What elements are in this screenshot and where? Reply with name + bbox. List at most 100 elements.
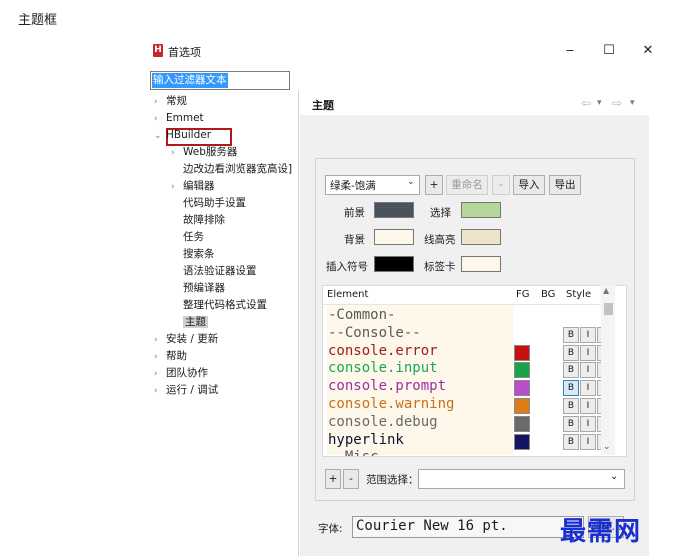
table-row[interactable]: console.promptBIU xyxy=(323,378,613,397)
bold-toggle[interactable]: B xyxy=(563,398,579,414)
table-row[interactable]: -Common- xyxy=(323,307,613,325)
bold-toggle[interactable]: B xyxy=(563,362,579,379)
chevron-right-icon[interactable]: › xyxy=(154,95,166,110)
maximize-button[interactable]: ☐ xyxy=(599,41,619,61)
filter-input[interactable]: 输入过滤器文本 xyxy=(150,71,290,90)
italic-toggle[interactable]: I xyxy=(580,362,596,379)
table-row[interactable]: console.debugBIU xyxy=(323,413,613,432)
table-row[interactable]: hyperlinkBIU xyxy=(323,432,613,450)
italic-toggle[interactable]: I xyxy=(580,380,596,397)
chevron-right-icon[interactable]: › xyxy=(154,112,166,127)
scroll-down-icon[interactable]: ⌄ xyxy=(603,442,611,452)
sidebar-item[interactable]: 代码助手设置 xyxy=(171,196,246,211)
fg-color-swatch[interactable] xyxy=(514,380,530,397)
fg-color-swatch[interactable] xyxy=(514,415,530,432)
sidebar-item[interactable]: 任务 xyxy=(171,230,204,245)
add-scope-button[interactable]: + xyxy=(325,469,341,489)
sidebar-item[interactable]: 预编译器 xyxy=(171,281,225,296)
color-swatch-button[interactable] xyxy=(459,200,503,220)
chevron-right-icon[interactable]: › xyxy=(154,333,166,348)
chevron-right-icon[interactable]: › xyxy=(171,146,183,161)
sidebar-item[interactable]: 语法验证器设置 xyxy=(171,264,257,279)
color-swatch xyxy=(459,200,503,220)
sidebar-item[interactable]: ⌄ HBuilder xyxy=(154,128,211,143)
color-swatch-button[interactable] xyxy=(372,200,416,220)
italic-toggle[interactable]: I xyxy=(580,433,596,450)
bold-toggle[interactable]: B xyxy=(563,380,579,397)
theme-select[interactable]: 绿柔-饱满 ⌄ xyxy=(325,175,420,195)
sidebar-item-label: 预编译器 xyxy=(183,282,225,294)
table-row[interactable]: console.warningBIU xyxy=(323,396,613,414)
sidebar-item[interactable]: 搜索条 xyxy=(171,247,215,262)
forward-arrow-icon[interactable]: ⇨ xyxy=(612,96,622,110)
fg-color-swatch[interactable] xyxy=(514,433,530,450)
range-select[interactable]: ⌄ xyxy=(418,469,625,489)
table-row[interactable]: --Misc-- xyxy=(323,449,613,456)
panel-title: 主题 xyxy=(312,99,334,112)
element-name: -Common- xyxy=(328,307,396,323)
minimize-button[interactable]: ‒ xyxy=(560,41,580,61)
color-swatch-button[interactable] xyxy=(372,227,416,247)
color-swatch-button[interactable] xyxy=(459,254,503,274)
fg-color-swatch[interactable] xyxy=(514,362,530,379)
italic-toggle[interactable]: I xyxy=(580,398,596,414)
table-row[interactable]: console.errorBIU xyxy=(323,343,613,361)
chevron-right-icon[interactable]: › xyxy=(154,350,166,365)
color-label: 选择 xyxy=(430,207,451,219)
column-fg: FG xyxy=(516,289,530,300)
sidebar-item[interactable]: › 帮助 xyxy=(154,349,187,364)
chevron-down-icon[interactable]: ⌄ xyxy=(154,129,166,144)
sidebar-item[interactable]: › 运行 / 调试 xyxy=(154,383,218,398)
import-button[interactable]: 导入 xyxy=(513,175,545,195)
italic-toggle[interactable]: I xyxy=(580,326,596,343)
scroll-up-icon[interactable]: ▲ xyxy=(603,286,609,295)
table-scrollbar[interactable]: ▲ ⌄ xyxy=(601,285,615,455)
element-name: --Console-- xyxy=(328,324,421,341)
export-button[interactable]: 导出 xyxy=(549,175,581,195)
italic-toggle[interactable]: I xyxy=(580,415,596,432)
sidebar-item[interactable]: › Emmet xyxy=(154,111,204,126)
element-name: --Misc-- xyxy=(328,449,395,456)
fg-color-swatch[interactable] xyxy=(514,398,530,414)
table-row[interactable]: --Console--BIU xyxy=(323,324,613,343)
bold-toggle[interactable]: B xyxy=(563,326,579,343)
table-row[interactable]: console.inputBIU xyxy=(323,360,613,379)
bold-toggle[interactable]: B xyxy=(563,433,579,450)
scroll-thumb[interactable] xyxy=(604,303,613,315)
back-arrow-icon[interactable]: ⇦ xyxy=(581,96,591,110)
add-theme-button[interactable]: + xyxy=(425,175,443,195)
sidebar-item[interactable]: › 安装 / 更新 xyxy=(154,332,218,347)
italic-toggle[interactable]: I xyxy=(580,344,596,361)
fg-color-swatch[interactable] xyxy=(514,344,530,361)
color-swatch-button[interactable] xyxy=(459,227,503,247)
app-icon: H xyxy=(153,44,163,57)
element-name: console.debug xyxy=(328,413,438,430)
bold-toggle[interactable]: B xyxy=(563,415,579,432)
sidebar-item[interactable]: 边改边看浏览器宽高设] xyxy=(171,162,292,177)
remove-theme-button[interactable]: - xyxy=(492,175,510,195)
chevron-right-icon[interactable]: › xyxy=(171,180,183,195)
color-swatch xyxy=(372,254,416,274)
sidebar-item[interactable]: 主题 xyxy=(171,315,208,330)
sidebar-item[interactable]: › 编辑器 xyxy=(171,179,215,194)
rename-theme-button[interactable]: 重命名 xyxy=(446,175,488,195)
bold-toggle[interactable]: B xyxy=(563,344,579,361)
sidebar-item[interactable]: › Web服务器 xyxy=(171,145,237,160)
chevron-right-icon[interactable]: › xyxy=(154,367,166,382)
sidebar-item[interactable]: 故障排除 xyxy=(171,213,225,228)
close-button[interactable]: ✕ xyxy=(638,41,658,61)
sidebar-item-label: Web服务器 xyxy=(183,146,238,158)
sidebar-item[interactable]: › 团队协作 xyxy=(154,366,208,381)
color-swatch-button[interactable] xyxy=(372,254,416,274)
panel-divider[interactable] xyxy=(298,91,299,556)
back-dropdown-icon[interactable]: ▾ xyxy=(597,98,602,108)
sidebar-item-label: 帮助 xyxy=(166,350,187,362)
remove-scope-button[interactable]: - xyxy=(343,469,359,489)
sidebar-item[interactable]: › 常规 xyxy=(154,94,187,109)
chevron-right-icon[interactable]: › xyxy=(154,384,166,399)
sidebar-item[interactable]: 整理代码格式设置 xyxy=(171,298,267,313)
sidebar-item-label: 常规 xyxy=(166,95,187,107)
view-menu-icon[interactable]: ▾ xyxy=(630,98,635,108)
sidebar-item-label: 搜索条 xyxy=(183,248,215,260)
sidebar-item-label: 故障排除 xyxy=(183,214,225,226)
